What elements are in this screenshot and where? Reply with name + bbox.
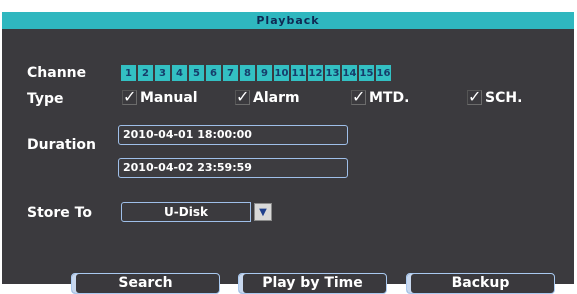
type-mtd-checkbox[interactable]: ✓ MTD.: [351, 87, 410, 106]
channel-button-14[interactable]: 14: [342, 65, 357, 81]
channel-button-2[interactable]: 2: [138, 65, 153, 81]
channel-selector: 1 2 3 4 5 6 7 8 9 10 11 12 13 14 15 16: [121, 65, 391, 81]
type-sch-checkbox[interactable]: ✓ SCH.: [467, 87, 523, 106]
end-time-input[interactable]: 2010-04-02 23:59:59: [118, 158, 348, 178]
store-to-label: Store To: [27, 205, 92, 221]
channel-button-7[interactable]: 7: [223, 65, 238, 81]
channel-button-9[interactable]: 9: [257, 65, 272, 81]
channel-button-1[interactable]: 1: [121, 65, 136, 81]
type-alarm-checkbox[interactable]: ✓ Alarm: [235, 87, 300, 106]
start-time-input[interactable]: 2010-04-01 18:00:00: [118, 125, 348, 145]
type-mtd-label: MTD.: [369, 90, 410, 106]
type-manual-checkbox[interactable]: ✓ Manual: [122, 87, 198, 106]
channel-button-4[interactable]: 4: [172, 65, 187, 81]
duration-label: Duration: [27, 137, 97, 153]
channel-button-12[interactable]: 12: [308, 65, 323, 81]
channel-button-3[interactable]: 3: [155, 65, 170, 81]
backup-button[interactable]: Backup: [406, 273, 555, 294]
store-to-value: U-Disk: [121, 202, 251, 222]
channel-button-13[interactable]: 13: [325, 65, 340, 81]
channel-button-16[interactable]: 16: [376, 65, 391, 81]
window-title: Playback: [2, 12, 574, 29]
channel-button-5[interactable]: 5: [189, 65, 204, 81]
check-icon: ✓: [123, 87, 137, 106]
channel-label: Channe: [27, 65, 87, 81]
channel-button-10[interactable]: 10: [274, 65, 289, 81]
playback-panel: Playback Channe 1 2 3 4 5 6 7 8 9 10 11 …: [2, 12, 574, 294]
channel-button-11[interactable]: 11: [291, 65, 306, 81]
type-label: Type: [27, 91, 64, 107]
search-button[interactable]: Search: [71, 273, 220, 294]
type-manual-label: Manual: [140, 90, 198, 106]
store-to-select[interactable]: U-Disk ▼: [121, 202, 281, 222]
type-sch-label: SCH.: [485, 90, 523, 106]
checkbox[interactable]: ✓: [467, 87, 482, 106]
check-icon: ✓: [468, 87, 482, 106]
checkbox[interactable]: ✓: [351, 87, 366, 106]
checkbox[interactable]: ✓: [122, 87, 137, 106]
play-by-time-button[interactable]: Play by Time: [238, 273, 387, 294]
check-icon: ✓: [236, 87, 250, 106]
check-icon: ✓: [352, 87, 366, 106]
channel-button-6[interactable]: 6: [206, 65, 221, 81]
checkbox[interactable]: ✓: [235, 87, 250, 106]
channel-button-15[interactable]: 15: [359, 65, 374, 81]
channel-button-8[interactable]: 8: [240, 65, 255, 81]
chevron-down-icon[interactable]: ▼: [254, 203, 272, 221]
type-alarm-label: Alarm: [253, 90, 300, 106]
